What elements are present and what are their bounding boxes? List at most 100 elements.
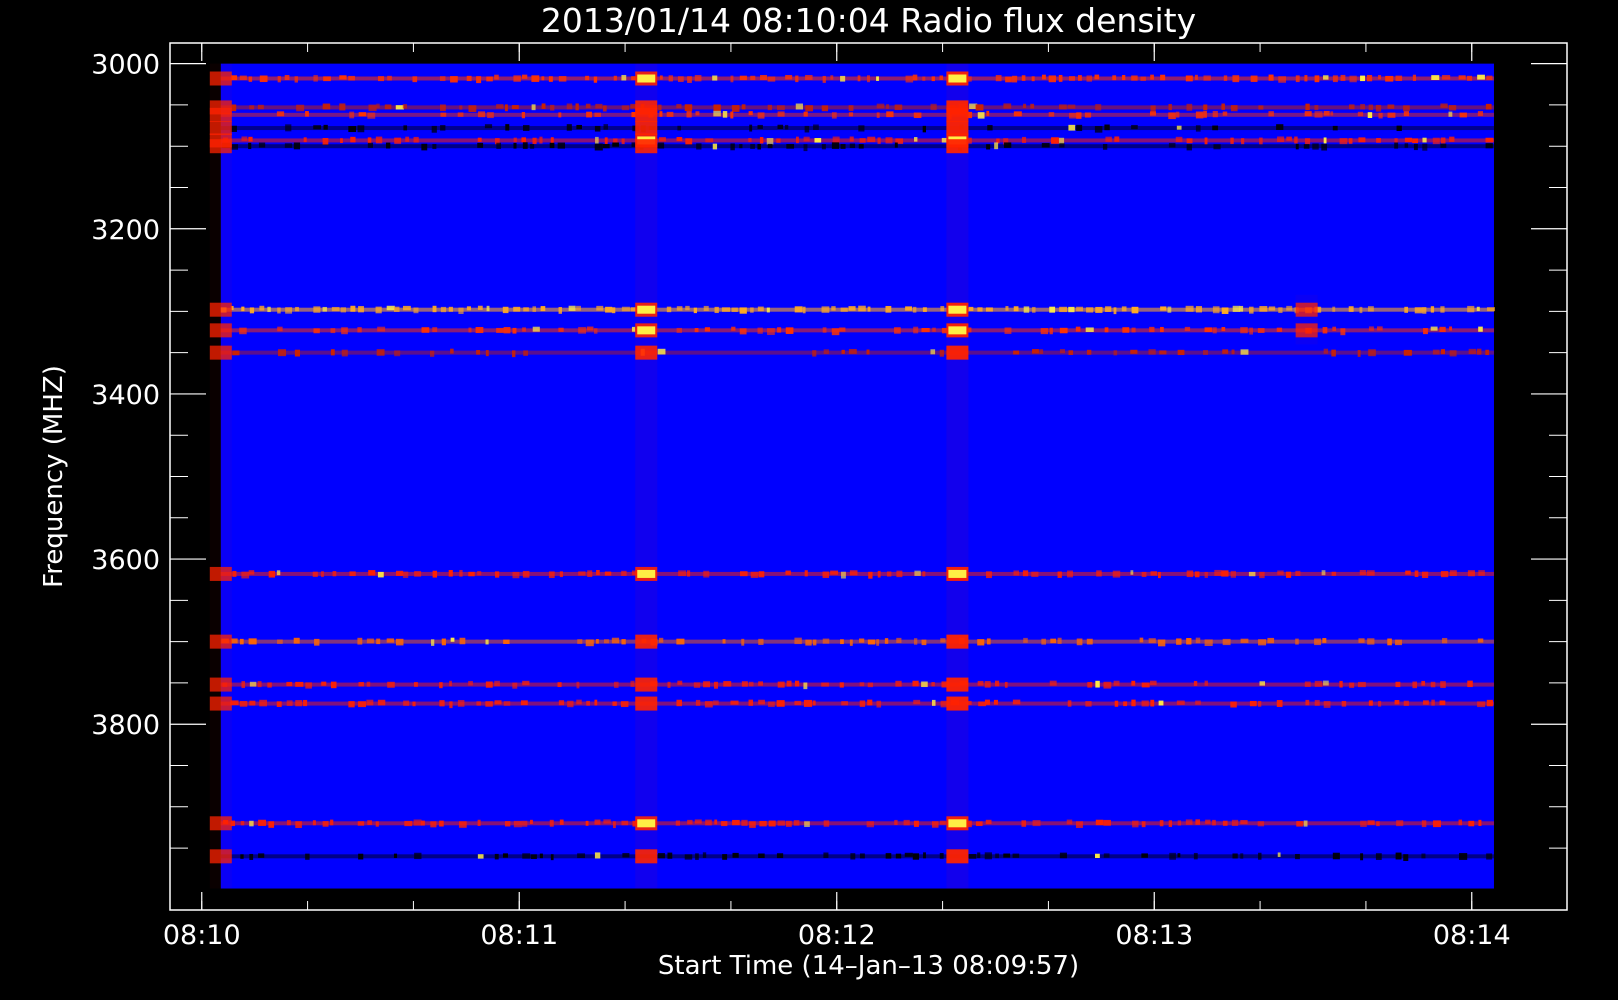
band-speckle (1378, 112, 1383, 119)
band-speckle (494, 680, 500, 687)
band-speckle (1059, 349, 1066, 354)
band-speckle (804, 125, 810, 133)
band-speckle (1421, 853, 1426, 859)
band-speckle (1477, 638, 1484, 643)
band-speckle (922, 307, 927, 312)
band-speckle (858, 144, 864, 149)
band-speckle (1023, 637, 1028, 643)
band-speckle (322, 821, 329, 827)
band-speckle (930, 349, 936, 355)
band-speckle (305, 682, 312, 689)
band-speckle (412, 76, 418, 83)
band-speckle (285, 307, 293, 314)
band-speckle (1004, 681, 1008, 688)
band-speckle (512, 571, 520, 579)
band-speckle (1102, 144, 1108, 150)
band-speckle (1404, 143, 1409, 148)
band-speckle (286, 700, 293, 707)
band-speckle (1231, 819, 1239, 826)
band-speckle (313, 125, 322, 130)
band-speckle (548, 571, 555, 578)
band-speckle (531, 75, 540, 82)
band-speckle (285, 124, 292, 132)
band-speckle (705, 819, 712, 826)
band-speckle (1160, 306, 1167, 311)
band-speckle (1332, 306, 1336, 312)
band-speckle (1013, 570, 1019, 576)
band-speckle (614, 681, 619, 688)
band-speckle (666, 306, 672, 313)
band-speckle (1012, 853, 1020, 858)
band-speckle (530, 143, 535, 149)
band-speckle (1423, 328, 1428, 335)
band-speckle (1168, 142, 1176, 148)
band-speckle (931, 682, 935, 687)
band-speckle (594, 852, 601, 859)
band-speckle (1360, 103, 1365, 110)
band-speckle (494, 700, 502, 705)
band-speckle (293, 142, 301, 150)
band-speckle (793, 820, 800, 826)
band-speckle (523, 307, 529, 312)
band-speckle (348, 701, 355, 708)
band-speckle (868, 571, 873, 579)
band-speckle (1305, 103, 1310, 111)
band-speckle (803, 136, 810, 142)
band-speckle (331, 306, 340, 312)
band-speckle (849, 639, 853, 646)
band-speckle (1267, 637, 1275, 644)
band-speckle (1248, 571, 1256, 577)
band-speckle (503, 701, 511, 706)
band-speckle (749, 124, 753, 132)
band-speckle (1212, 125, 1219, 131)
band-speckle (1487, 307, 1496, 312)
band-speckle (458, 307, 464, 314)
burst-hotspot (635, 121, 658, 136)
band-speckle (667, 681, 671, 688)
band-speckle (1359, 306, 1363, 314)
band-speckle (1250, 75, 1258, 82)
band-speckle (876, 103, 885, 109)
band-speckle (803, 111, 808, 117)
band-speckle (657, 853, 665, 859)
band-speckle (1222, 638, 1231, 646)
band-speckle (784, 124, 789, 130)
band-speckle (621, 105, 629, 111)
band-speckle (1387, 104, 1395, 109)
band-speckle (776, 853, 784, 859)
band-speckle (330, 681, 337, 689)
band-speckle (804, 570, 808, 577)
band-speckle (513, 75, 521, 82)
band-speckle (322, 103, 331, 110)
band-speckle (1148, 638, 1156, 644)
band-speckle (1041, 143, 1050, 148)
band-speckle (314, 638, 320, 646)
band-speckle (1476, 306, 1480, 311)
band-speckle (986, 144, 991, 150)
band-speckle (785, 327, 794, 334)
band-speckle (1340, 328, 1346, 336)
band-speckle (748, 111, 753, 116)
band-speckle (1312, 143, 1319, 150)
band-speckle (348, 126, 357, 133)
band-speckle (394, 350, 401, 357)
band-speckle (858, 305, 866, 312)
band-speckle (1212, 306, 1220, 314)
band-speckle (739, 144, 743, 149)
band-speckle (1114, 136, 1120, 142)
burst-core (637, 569, 656, 578)
band-speckle (912, 680, 919, 687)
band-speckle (457, 699, 465, 707)
band-speckle (1085, 327, 1094, 333)
band-speckle (1304, 75, 1308, 82)
band-speckle (1323, 75, 1329, 80)
band-speckle (1157, 571, 1161, 579)
band-speckle (914, 137, 918, 142)
band-speckle (259, 699, 267, 707)
band-speckle (1212, 110, 1218, 118)
band-speckle (439, 700, 445, 707)
band-speckle (859, 700, 866, 707)
band-speckle (822, 571, 830, 578)
band-speckle (1477, 111, 1484, 116)
band-speckle (867, 306, 871, 312)
